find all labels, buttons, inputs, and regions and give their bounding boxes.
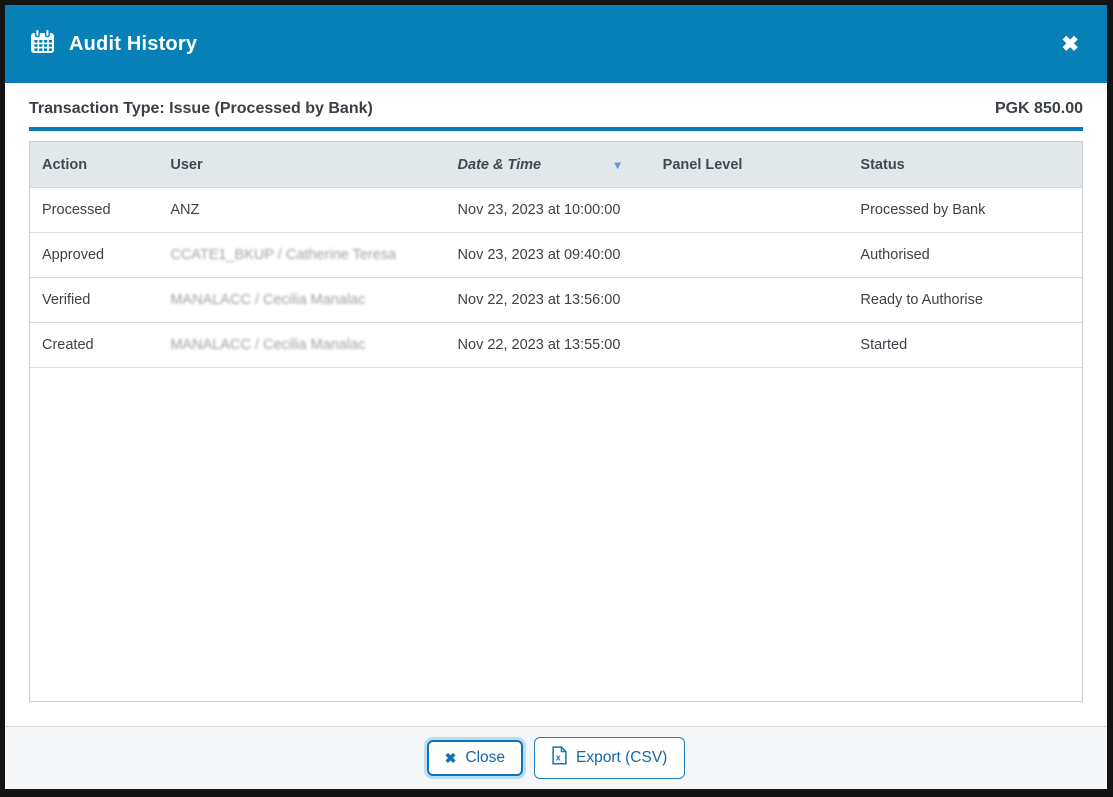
svg-text:x: x xyxy=(556,752,561,762)
table-row: Processed ANZ Nov 23, 2023 at 10:00:00 P… xyxy=(30,188,1082,233)
close-button-label: Close xyxy=(465,749,505,768)
column-header-datetime[interactable]: Date & Time ▾ xyxy=(446,142,651,188)
cell-panel-level xyxy=(651,233,849,278)
amount-value: PGK 850.00 xyxy=(995,100,1083,118)
close-button[interactable]: ✖ Close xyxy=(427,740,523,777)
column-header-action[interactable]: Action xyxy=(30,142,158,188)
redacted-user-text: CCATE1_BKUP / Catherine Teresa xyxy=(170,247,396,263)
modal-title: Audit History xyxy=(29,28,197,61)
cell-status: Authorised xyxy=(848,233,1082,278)
close-icon[interactable]: ✖ xyxy=(1061,34,1079,55)
cell-panel-level xyxy=(651,188,849,233)
calendar-icon xyxy=(29,28,56,61)
cell-status: Ready to Authorise xyxy=(848,278,1082,323)
summary-row: Transaction Type: Issue (Processed by Ba… xyxy=(29,83,1083,127)
cell-user: MANALACC / Cecilia Manalac xyxy=(158,323,445,368)
cell-action: Approved xyxy=(30,233,158,278)
cell-datetime: Nov 23, 2023 at 10:00:00 xyxy=(446,188,651,233)
audit-table: Action User Date & Time ▾ Panel Level St… xyxy=(30,142,1082,368)
table-row: Verified MANALACC / Cecilia Manalac Nov … xyxy=(30,278,1082,323)
cell-user: ANZ xyxy=(158,188,445,233)
modal-title-text: Audit History xyxy=(69,33,197,56)
cell-user: MANALACC / Cecilia Manalac xyxy=(158,278,445,323)
cell-status: Processed by Bank xyxy=(848,188,1082,233)
transaction-type-label: Transaction Type: Issue (Processed by Ba… xyxy=(29,100,373,118)
table-row: Approved CCATE1_BKUP / Catherine Teresa … xyxy=(30,233,1082,278)
cell-datetime: Nov 22, 2023 at 13:55:00 xyxy=(446,323,651,368)
modal-footer: ✖ Close x Export (CSV) xyxy=(5,726,1107,789)
modal-body: Transaction Type: Issue (Processed by Ba… xyxy=(5,83,1107,726)
cell-status: Started xyxy=(848,323,1082,368)
file-excel-icon: x xyxy=(552,746,567,771)
cell-panel-level xyxy=(651,278,849,323)
export-csv-button[interactable]: x Export (CSV) xyxy=(534,737,685,780)
cell-action: Verified xyxy=(30,278,158,323)
accent-rule xyxy=(29,127,1083,131)
cell-datetime: Nov 23, 2023 at 09:40:00 xyxy=(446,233,651,278)
cell-action: Processed xyxy=(30,188,158,233)
column-header-status[interactable]: Status xyxy=(848,142,1082,188)
cell-user: CCATE1_BKUP / Catherine Teresa xyxy=(158,233,445,278)
cell-datetime: Nov 22, 2023 at 13:56:00 xyxy=(446,278,651,323)
x-icon: ✖ xyxy=(445,750,457,767)
sort-caret-down-icon[interactable]: ▾ xyxy=(615,159,621,171)
audit-history-modal: Audit History ✖ Transaction Type: Issue … xyxy=(0,0,1113,797)
cell-panel-level xyxy=(651,323,849,368)
audit-table-container: Action User Date & Time ▾ Panel Level St… xyxy=(29,141,1083,702)
table-row: Created MANALACC / Cecilia Manalac Nov 2… xyxy=(30,323,1082,368)
column-header-user[interactable]: User xyxy=(158,142,445,188)
table-header-row: Action User Date & Time ▾ Panel Level St… xyxy=(30,142,1082,188)
export-button-label: Export (CSV) xyxy=(576,749,667,768)
column-header-datetime-label: Date & Time xyxy=(458,157,542,173)
column-header-panel-level[interactable]: Panel Level xyxy=(651,142,849,188)
cell-action: Created xyxy=(30,323,158,368)
redacted-user-text: MANALACC / Cecilia Manalac xyxy=(170,337,365,353)
modal-header: Audit History ✖ xyxy=(5,5,1107,83)
redacted-user-text: MANALACC / Cecilia Manalac xyxy=(170,292,365,308)
